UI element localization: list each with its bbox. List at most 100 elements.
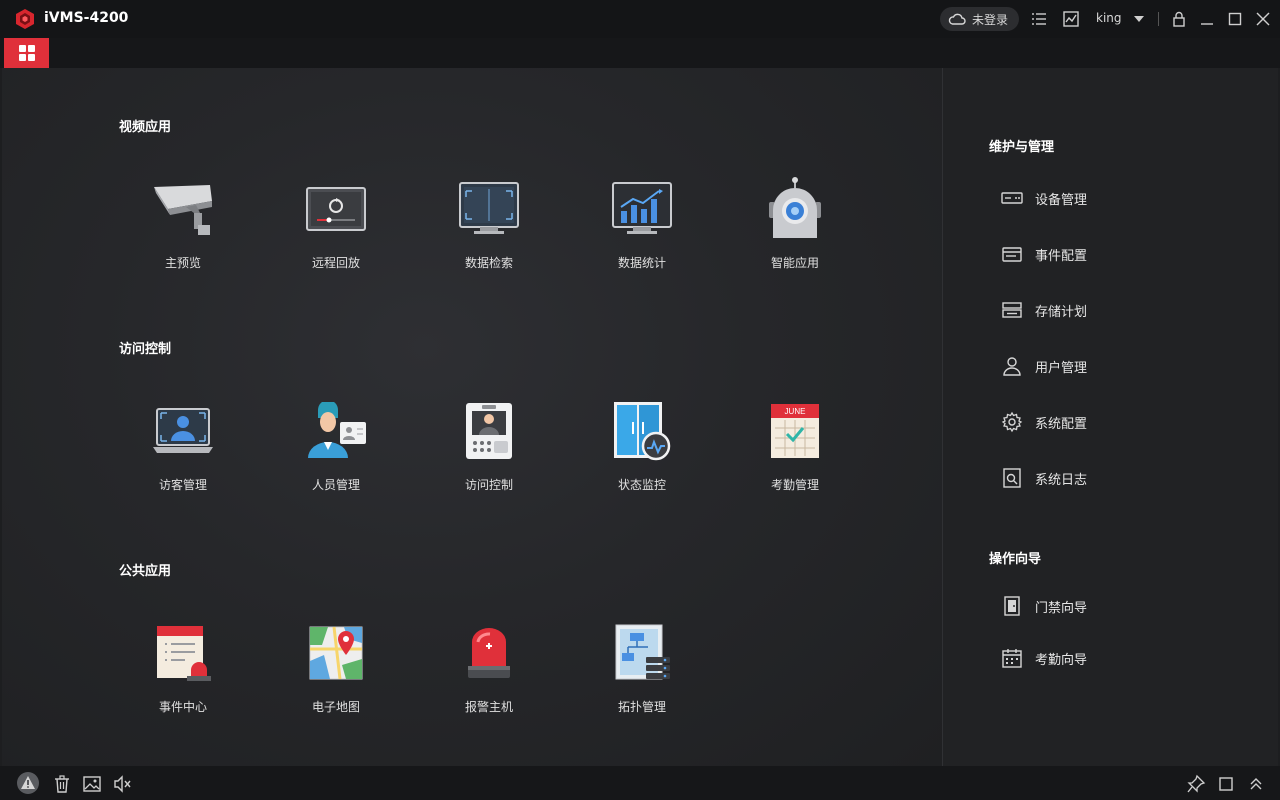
smart-robot-icon — [769, 177, 821, 238]
tile-label: 智能应用 — [770, 256, 819, 270]
mute-speaker-icon[interactable] — [112, 774, 132, 794]
tile-smart-application[interactable]: 智能应用 — [735, 176, 855, 286]
cloud-status: 未登录 — [972, 12, 1009, 27]
storage-icon — [1002, 302, 1022, 318]
tile-remote-playback[interactable]: 远程回放 — [276, 176, 396, 286]
trash-icon[interactable] — [52, 774, 72, 794]
list-menu-icon[interactable] — [1030, 10, 1048, 28]
storage-plan-link[interactable]: 存储计划 — [1001, 298, 1087, 322]
camera-icon — [154, 185, 212, 235]
door-icon — [1004, 596, 1020, 616]
cloud-icon — [948, 13, 966, 25]
tile-label: 事件中心 — [158, 700, 207, 714]
home-grid-tab[interactable] — [4, 38, 49, 68]
device-icon — [1001, 192, 1023, 204]
tab-strip — [0, 38, 1280, 68]
gear-icon — [1001, 411, 1023, 433]
attendance-wizard-label: 考勤向导 — [1035, 652, 1088, 668]
system-config-label: 系统配置 — [1035, 416, 1088, 432]
door-monitor-icon — [614, 402, 671, 461]
event-config-label: 事件配置 — [1035, 248, 1088, 264]
tile-label: 访问控制 — [464, 478, 513, 492]
playback-icon — [306, 187, 366, 231]
tile-e-map[interactable]: 电子地图 — [276, 620, 396, 730]
user-name[interactable]: king — [1096, 11, 1122, 25]
tile-alarm-host[interactable]: 报警主机 — [429, 620, 549, 730]
tile-topology-management[interactable]: 拓扑管理 — [582, 620, 702, 730]
maximize-icon[interactable] — [1226, 10, 1244, 28]
tile-status-monitor[interactable]: 状态监控 — [582, 398, 702, 508]
hikvision-logo-icon — [16, 9, 34, 29]
wizard-title: 操作向导 — [989, 552, 1042, 567]
tile-attendance-management[interactable]: JUNE 考勤管理 — [735, 398, 855, 508]
tile-person-management[interactable]: 人员管理 — [276, 398, 396, 508]
tile-label: 数据统计 — [617, 256, 666, 270]
monitor-chart-icon[interactable] — [1062, 10, 1080, 28]
statistics-icon — [612, 182, 672, 234]
maintenance-title: 维护与管理 — [989, 140, 1055, 155]
section-title-access: 访问控制 — [119, 342, 172, 357]
tile-label: 访客管理 — [158, 478, 207, 492]
app-title: iVMS-4200 — [44, 10, 129, 26]
tile-label: 电子地图 — [311, 700, 360, 714]
tile-label: 拓扑管理 — [617, 700, 666, 714]
cloud-login-button[interactable]: 未登录 — [940, 7, 1019, 31]
tile-label: 人员管理 — [311, 478, 360, 492]
tile-label: 主预览 — [164, 256, 201, 270]
alarm-warning-icon[interactable] — [16, 771, 40, 795]
status-bar — [0, 766, 1280, 800]
right-panel: 维护与管理 设备管理 事件配置 存储计划 用户管理 系统配置 系统日志 操作向导… — [942, 68, 1278, 766]
door-wizard-label: 门禁向导 — [1035, 600, 1088, 616]
tile-label: 考勤管理 — [770, 478, 819, 492]
alarm-light-icon — [468, 628, 510, 678]
section-title-public: 公共应用 — [119, 564, 172, 579]
tile-label: 状态监控 — [617, 478, 666, 492]
collapse-up-icon[interactable] — [1246, 774, 1266, 794]
device-management-link[interactable]: 设备管理 — [1001, 186, 1087, 210]
storage-plan-label: 存储计划 — [1035, 304, 1088, 320]
attendance-calendar-icon — [1002, 649, 1022, 668]
calendar-icon: JUNE — [771, 404, 819, 458]
device-management-label: 设备管理 — [1035, 192, 1088, 208]
event-config-icon — [1002, 247, 1022, 262]
section-title-video: 视频应用 — [119, 120, 172, 135]
attendance-wizard-link[interactable]: 考勤向导 — [1001, 646, 1087, 670]
user-dropdown-chevron-icon[interactable] — [1134, 16, 1144, 22]
tile-main-preview[interactable]: 主预览 — [123, 176, 243, 286]
log-icon — [1003, 468, 1021, 488]
data-search-icon — [459, 182, 519, 234]
event-config-link[interactable]: 事件配置 — [1001, 242, 1087, 266]
tile-access-control[interactable]: 访问控制 — [429, 398, 549, 508]
title-bar: iVMS-4200 未登录 king — [0, 0, 1280, 38]
image-icon[interactable] — [82, 774, 102, 794]
event-center-icon — [157, 626, 211, 681]
tile-label: 远程回放 — [311, 256, 360, 270]
intercom-icon — [466, 403, 512, 459]
tile-data-statistics[interactable]: 数据统计 — [582, 176, 702, 286]
fullscreen-icon[interactable] — [1216, 774, 1236, 794]
tile-visitor-management[interactable]: 访客管理 — [123, 398, 243, 508]
main-area: 视频应用 主预览 远程回放 数据检索 数据统计 智能应用 访问控制 访客管理 人… — [2, 68, 942, 766]
tile-event-center[interactable]: 事件中心 — [123, 620, 243, 730]
lock-icon[interactable] — [1170, 10, 1188, 28]
visitor-icon — [153, 408, 213, 453]
system-config-link[interactable]: 系统配置 — [1001, 410, 1087, 434]
pin-icon[interactable] — [1186, 774, 1206, 794]
calendar-month-label: JUNE — [785, 407, 806, 416]
system-log-link[interactable]: 系统日志 — [1001, 466, 1087, 490]
person-management-icon — [308, 402, 366, 458]
door-wizard-link[interactable]: 门禁向导 — [1001, 594, 1087, 618]
tile-data-search[interactable]: 数据检索 — [429, 176, 549, 286]
tile-label: 报警主机 — [464, 700, 513, 714]
map-icon — [309, 626, 363, 680]
user-management-label: 用户管理 — [1035, 360, 1088, 376]
user-management-link[interactable]: 用户管理 — [1001, 354, 1087, 378]
minimize-icon[interactable] — [1198, 10, 1216, 28]
grid-icon — [18, 45, 35, 61]
topology-icon — [615, 624, 670, 680]
title-separator — [1158, 12, 1159, 26]
user-icon — [1003, 357, 1021, 376]
system-log-label: 系统日志 — [1035, 472, 1088, 488]
close-icon[interactable] — [1254, 10, 1272, 28]
tile-label: 数据检索 — [464, 256, 513, 270]
